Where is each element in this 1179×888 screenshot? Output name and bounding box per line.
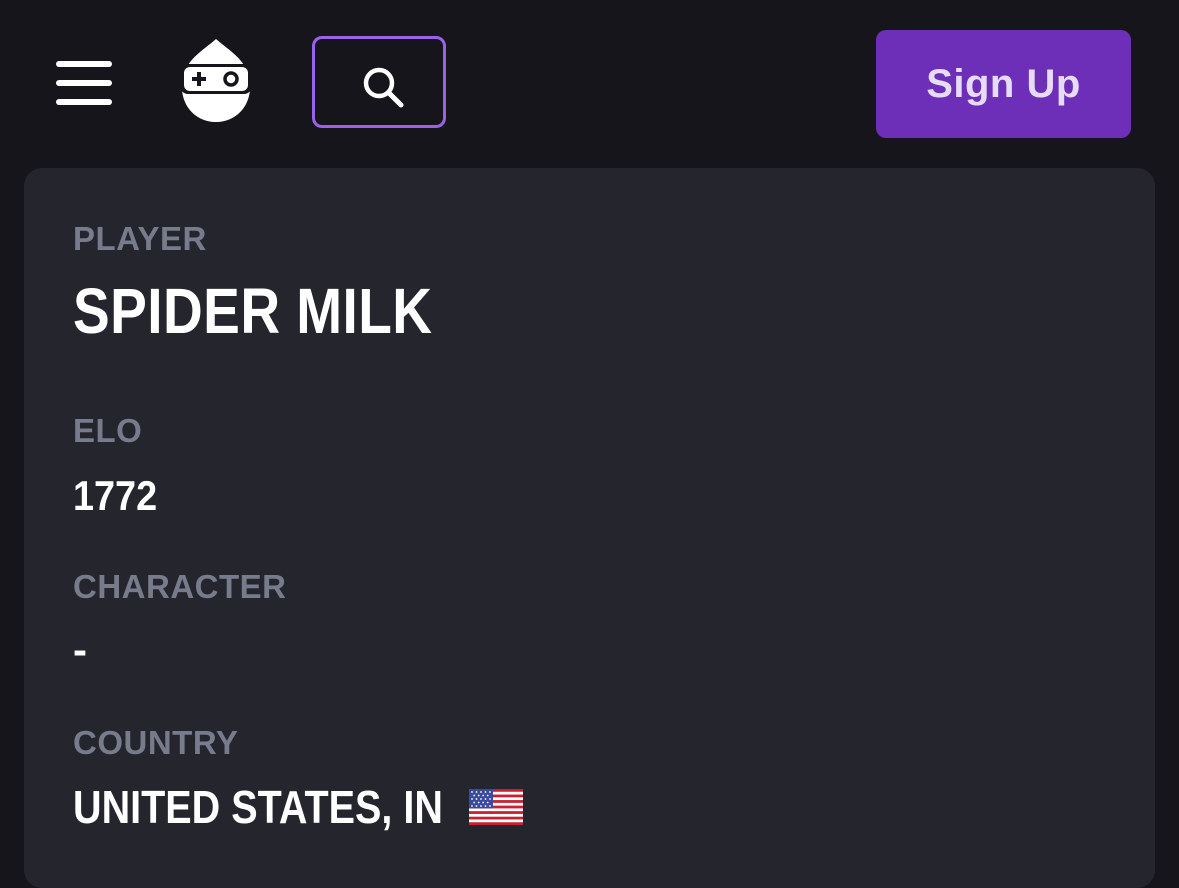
gamepad-mascot-logo[interactable] (176, 36, 256, 126)
player-name: SPIDER MILK (73, 275, 433, 347)
elo-label: ELO (73, 412, 143, 449)
player-profile-card: PLAYER SPIDER MILK ELO 1772 CHARACTER - … (24, 168, 1155, 888)
player-label: PLAYER (73, 220, 207, 257)
character-label: CHARACTER (73, 568, 287, 605)
elo-value: 1772 (73, 472, 158, 519)
country-row: UNITED STATES, IN (73, 780, 524, 834)
us-flag-icon (469, 789, 524, 825)
country-value: UNITED STATES, IN (73, 781, 443, 833)
country-label: COUNTRY (73, 724, 239, 761)
hamburger-menu-icon[interactable] (56, 58, 112, 108)
top-navigation-bar: Sign Up (0, 0, 1179, 168)
search-button[interactable] (312, 36, 446, 128)
character-value: - (73, 626, 87, 673)
sign-up-button[interactable]: Sign Up (876, 30, 1131, 138)
search-icon (363, 67, 404, 108)
